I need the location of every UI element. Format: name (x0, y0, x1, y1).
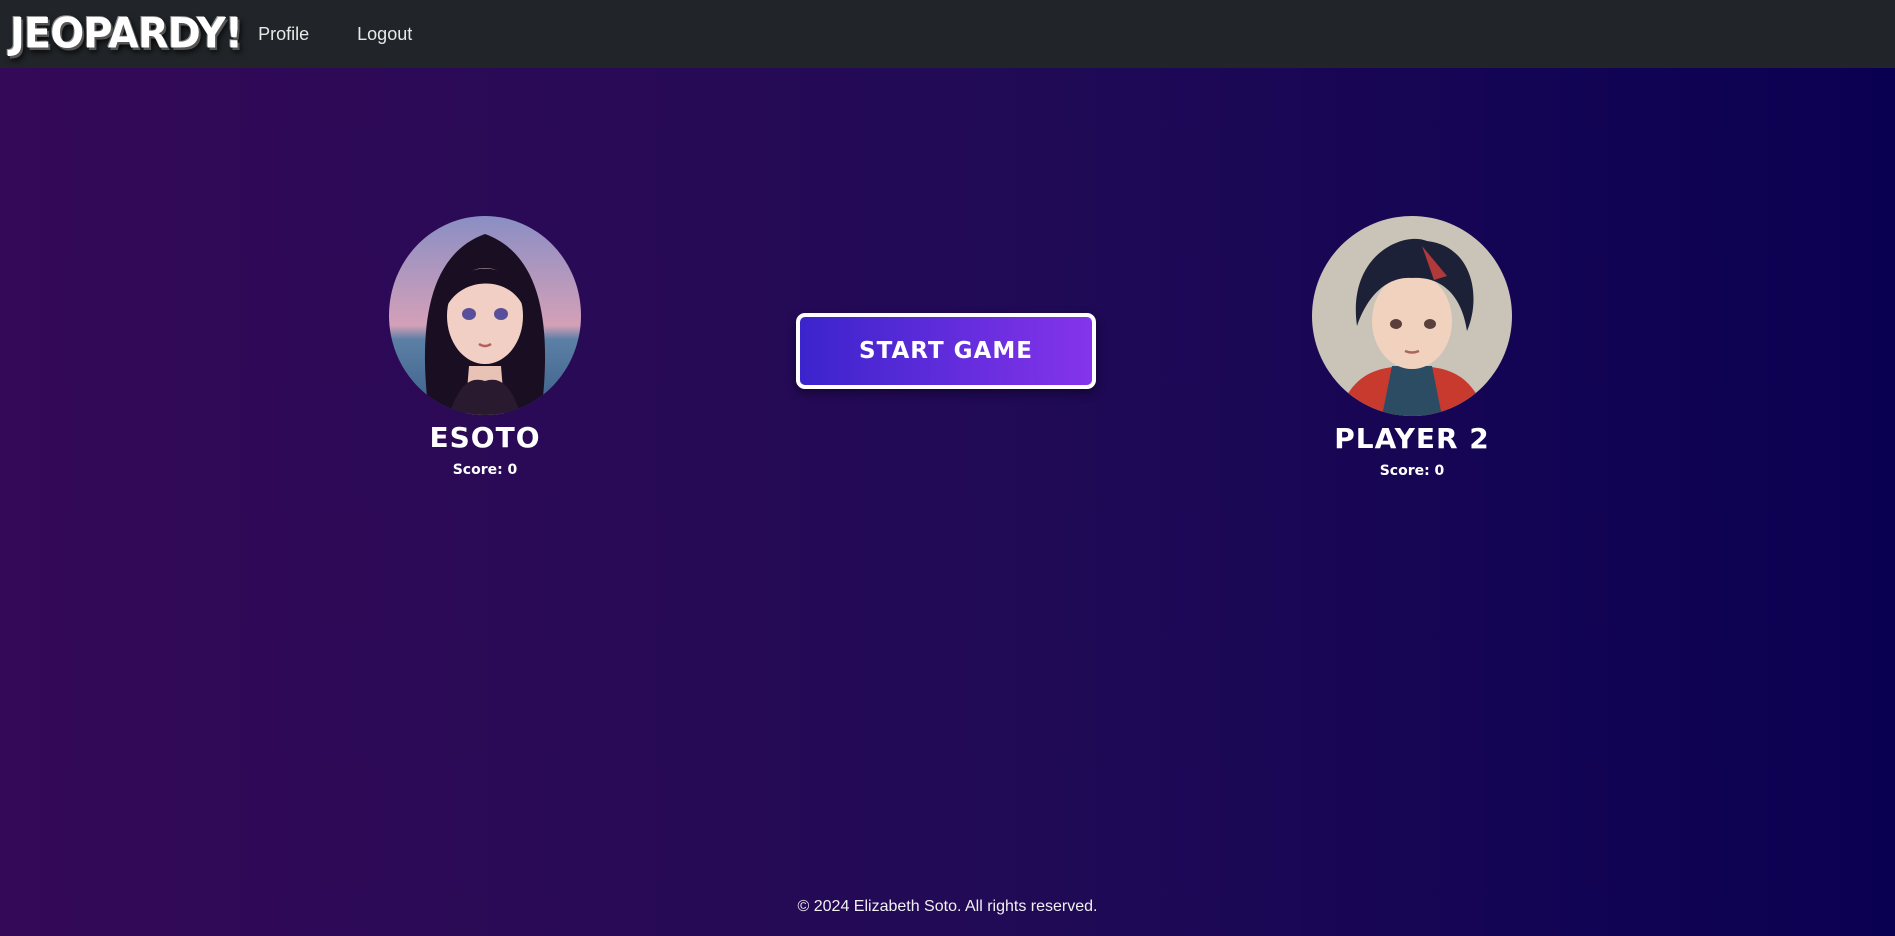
player-2-score: Score: 0 (1379, 463, 1445, 479)
footer-copyright: © 2024 Elizabeth Soto. All rights reserv… (797, 898, 1098, 915)
nav-logout-link[interactable]: Logout (357, 24, 412, 45)
nav-profile-link[interactable]: Profile (258, 24, 309, 45)
player-2-avatar (1312, 216, 1512, 416)
player-1-score: Score: 0 (452, 462, 518, 478)
brand-logo[interactable]: JEOPARDY! (10, 10, 243, 58)
navbar: JEOPARDY! Profile Logout (0, 0, 1895, 68)
player-2-card: PLAYER 2 Score: 0 (1312, 216, 1512, 479)
player-1-avatar (389, 216, 581, 415)
player-1-name: ESOTO (429, 421, 541, 454)
start-game-button[interactable]: START GAME (796, 313, 1096, 389)
player-1-card: ESOTO Score: 0 (388, 216, 582, 478)
player-2-name: PLAYER 2 (1334, 422, 1490, 455)
